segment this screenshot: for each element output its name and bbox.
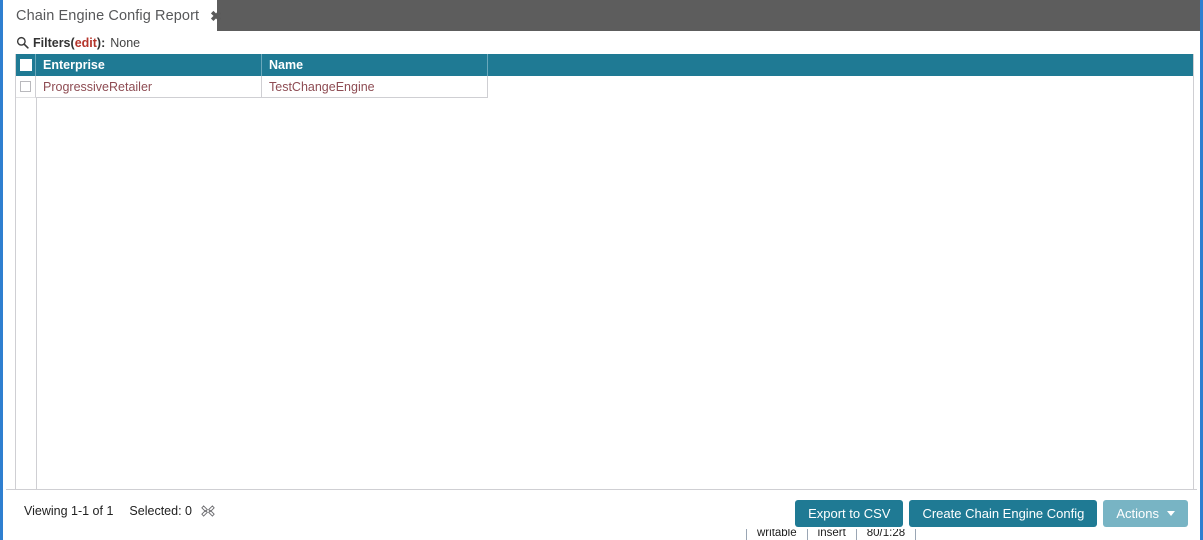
filters-label-group: Filters(edit): None [33, 36, 140, 50]
cell-enterprise: ProgressiveRetailer [36, 76, 262, 98]
application-window: Chain Engine Config Report ✖ Filters(edi… [0, 0, 1203, 540]
export-to-csv-button[interactable]: Export to CSV [795, 500, 904, 527]
footer-status: Viewing 1-1 of 1 Selected: 0 [24, 504, 215, 518]
grid-header-row: Enterprise Name [16, 54, 1193, 76]
grid-empty-area [16, 98, 1193, 489]
tab-chain-engine-config-report[interactable]: Chain Engine Config Report ✖ [3, 0, 222, 31]
cell-filler [488, 76, 1193, 98]
close-icon[interactable]: ✖ [210, 9, 222, 23]
background-cell-position: 80/1:28 [857, 529, 917, 540]
filters-value: None [110, 35, 141, 50]
row-select-cell[interactable] [16, 76, 36, 98]
column-header-filler [488, 54, 1193, 76]
background-window-strip: writable insert 80/1:28 [0, 529, 1203, 540]
chevron-down-icon [1167, 511, 1175, 516]
table-row[interactable]: ProgressiveRetailer TestChangeEngine [16, 76, 1193, 98]
selected-count: Selected: 0 [129, 504, 192, 518]
tab-bar: Chain Engine Config Report ✖ [3, 0, 1200, 31]
column-header-name[interactable]: Name [262, 54, 488, 76]
select-all-checkbox[interactable] [19, 59, 32, 71]
clear-selection-icon[interactable] [201, 504, 215, 518]
create-chain-engine-config-button[interactable]: Create Chain Engine Config [909, 500, 1098, 527]
row-checkbox[interactable] [20, 81, 31, 92]
filters-edit-close: ): [96, 35, 106, 50]
grid-body: ProgressiveRetailer TestChangeEngine [16, 76, 1193, 98]
search-icon [16, 36, 29, 49]
export-to-csv-label: Export to CSV [808, 506, 891, 521]
create-chain-engine-config-label: Create Chain Engine Config [922, 506, 1085, 521]
actions-button[interactable]: Actions [1103, 500, 1188, 527]
filters-edit-link[interactable]: edit [75, 36, 97, 50]
actions-label: Actions [1116, 506, 1159, 521]
background-status-cells: writable insert 80/1:28 [746, 529, 917, 540]
background-cell-insert: insert [808, 529, 857, 540]
select-all-cell[interactable] [16, 54, 36, 76]
data-grid: Enterprise Name ProgressiveRetailer Test… [15, 54, 1194, 489]
filters-bar: Filters(edit): None [6, 31, 140, 54]
viewing-count: Viewing 1-1 of 1 [24, 504, 114, 518]
footer-button-group: Export to CSV Create Chain Engine Config… [795, 500, 1188, 527]
tab-label: Chain Engine Config Report [16, 7, 200, 24]
column-header-enterprise[interactable]: Enterprise [36, 54, 262, 76]
filters-label: Filters [33, 35, 71, 50]
grid-column-divider [36, 98, 37, 489]
cell-name: TestChangeEngine [262, 76, 488, 98]
background-cell-writable: writable [746, 529, 808, 540]
